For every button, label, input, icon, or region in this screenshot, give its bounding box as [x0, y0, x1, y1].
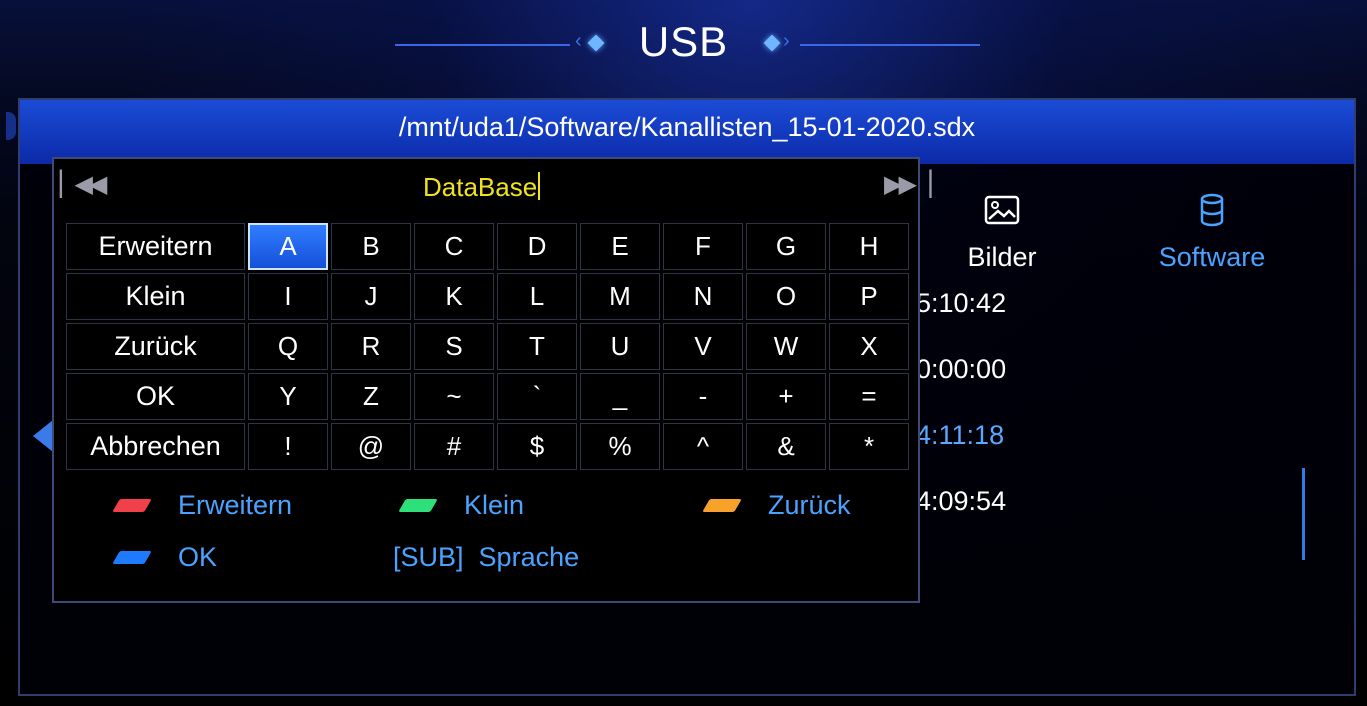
header-chevron-right-icon: › — [783, 30, 790, 52]
keyboard-key[interactable]: S — [414, 323, 494, 370]
keyboard-key[interactable]: * — [829, 423, 909, 470]
keyboard-function-key[interactable]: Abbrechen — [66, 423, 245, 470]
keyboard-key[interactable]: % — [580, 423, 660, 470]
legend-red[interactable]: Erweitern — [112, 490, 293, 521]
text-input[interactable]: DataBase — [423, 172, 541, 203]
keyboard-key[interactable]: = — [829, 373, 909, 420]
keyboard-key[interactable]: Y — [248, 373, 328, 420]
legend-blue[interactable]: OK — [112, 542, 218, 573]
keyboard-key[interactable]: ^ — [663, 423, 743, 470]
file-time: 5:10:42 — [916, 288, 1007, 318]
keyboard-key[interactable]: $ — [497, 423, 577, 470]
page-title: USB — [638, 18, 729, 65]
tab-bilder[interactable]: Bilder — [912, 192, 1092, 273]
legend-label: Klein — [464, 490, 525, 520]
legend-orange[interactable]: Zurück — [702, 490, 851, 521]
keyboard-key[interactable]: J — [331, 273, 411, 320]
legend-sub[interactable]: [SUB] Sprache — [393, 542, 579, 573]
file-time: 4:11:18 — [916, 420, 1005, 450]
header-decor-line-right — [800, 44, 980, 46]
keyboard-key[interactable]: ! — [248, 423, 328, 470]
keyboard-key[interactable]: + — [746, 373, 826, 420]
keyboard-key[interactable]: & — [746, 423, 826, 470]
keyboard-key[interactable]: G — [746, 223, 826, 270]
keyboard-key[interactable]: F — [663, 223, 743, 270]
keyboard-key[interactable]: U — [580, 323, 660, 370]
keyboard-key[interactable]: # — [414, 423, 494, 470]
keyboard-key[interactable]: B — [331, 223, 411, 270]
image-icon — [984, 195, 1020, 225]
database-icon — [1200, 193, 1224, 227]
keyboard-grid: Erweitern A B C D E F G H Klein I J K L M N O P Zurück Q R S T… — [66, 223, 909, 470]
keyboard-key[interactable]: - — [663, 373, 743, 420]
keyboard-key[interactable]: K — [414, 273, 494, 320]
keyboard-key[interactable]: E — [580, 223, 660, 270]
orange-key-icon — [702, 499, 742, 512]
text-caret — [538, 172, 541, 200]
left-arrow-icon[interactable] — [33, 420, 53, 452]
keyboard-key[interactable]: M — [580, 273, 660, 320]
keyboard-key[interactable]: V — [663, 323, 743, 370]
legend-green[interactable]: Klein — [398, 490, 525, 521]
keyboard-key[interactable]: P — [829, 273, 909, 320]
keyboard-function-key[interactable]: Zurück — [66, 323, 245, 370]
skip-forward-icon[interactable]: ▶▶▕ — [884, 170, 931, 200]
red-key-icon — [112, 499, 152, 512]
panel-edge-marker — [6, 112, 16, 140]
keyboard-key[interactable]: ~ — [414, 373, 494, 420]
tab-software[interactable]: Software — [1122, 192, 1302, 273]
tab-label: Bilder — [967, 242, 1037, 272]
keyboard-key[interactable]: Z — [331, 373, 411, 420]
legend-label: Erweitern — [178, 490, 293, 520]
skip-back-icon[interactable]: ▏◀◀ — [60, 170, 107, 200]
legend-key: [SUB] — [393, 542, 464, 572]
keyboard-function-key[interactable]: OK — [66, 373, 245, 420]
tab-label: Software — [1158, 242, 1266, 272]
keyboard-key[interactable]: I — [248, 273, 328, 320]
file-time: 4:09:54 — [916, 486, 1007, 516]
keyboard-key[interactable]: O — [746, 273, 826, 320]
file-time: 0:00:00 — [916, 354, 1007, 384]
keyboard-key[interactable]: A — [248, 223, 328, 270]
current-path: /mnt/uda1/Software/Kanallisten_15-01-202… — [398, 112, 976, 142]
keyboard-key[interactable]: N — [663, 273, 743, 320]
legend-label: Zurück — [768, 490, 851, 520]
keyboard-key[interactable]: D — [497, 223, 577, 270]
keyboard-key[interactable]: W — [746, 323, 826, 370]
legend-label: Sprache — [478, 542, 580, 572]
keyboard-key[interactable]: ` — [497, 373, 577, 420]
keyboard-key[interactable]: X — [829, 323, 909, 370]
keyboard-function-key[interactable]: Klein — [66, 273, 245, 320]
keyboard-key[interactable]: @ — [331, 423, 411, 470]
blue-key-icon — [112, 551, 152, 564]
keyboard-key[interactable]: T — [497, 323, 577, 370]
input-value: DataBase — [423, 172, 538, 202]
keyboard-key[interactable]: _ — [580, 373, 660, 420]
keyboard-key[interactable]: C — [414, 223, 494, 270]
legend-label: OK — [178, 542, 218, 572]
keyboard-key[interactable]: Q — [248, 323, 328, 370]
green-key-icon — [398, 499, 438, 512]
scrollbar[interactable] — [1302, 468, 1305, 560]
keyboard-key[interactable]: R — [331, 323, 411, 370]
keyboard-key[interactable]: H — [829, 223, 909, 270]
keyboard-key[interactable]: L — [497, 273, 577, 320]
keyboard-function-key[interactable]: Erweitern — [66, 223, 245, 270]
